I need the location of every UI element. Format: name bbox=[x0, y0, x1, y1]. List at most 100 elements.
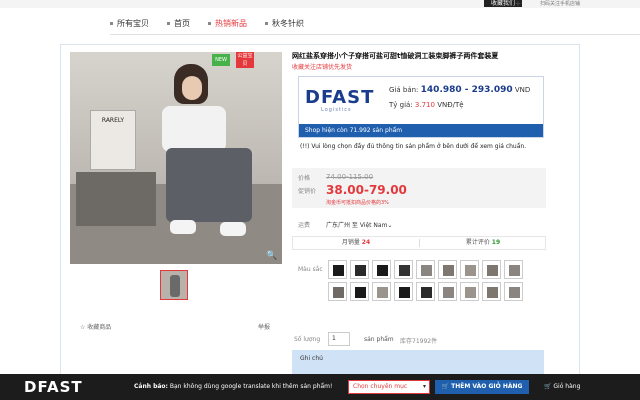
search-icon[interactable]: 🔍 bbox=[266, 250, 278, 262]
cart-icon: 🛒 bbox=[544, 383, 552, 390]
nav-label: 首页 bbox=[174, 19, 190, 28]
charity-badge: 公益宝贝 bbox=[236, 52, 254, 68]
review-count[interactable]: 累计评价 19 bbox=[420, 237, 546, 249]
cart-label: Giỏ hàng bbox=[553, 383, 581, 390]
color-swatch[interactable] bbox=[482, 260, 501, 279]
swatch-thumbnail bbox=[333, 287, 344, 298]
monthly-sales-label: 月销量 bbox=[341, 239, 360, 246]
color-label: Màu sắc bbox=[298, 266, 323, 273]
favorite-item-link[interactable]: ☆ 收藏商品 bbox=[80, 322, 111, 331]
quantity-stock: 库存71992件 bbox=[400, 338, 438, 345]
nav-all-items[interactable]: 所有宝贝 bbox=[110, 18, 167, 30]
favorite-item-label: 收藏商品 bbox=[87, 324, 112, 331]
nav-label: 所有宝贝 bbox=[117, 19, 149, 28]
note-label: Ghi chú bbox=[300, 355, 323, 362]
model-tshirt bbox=[162, 106, 226, 152]
color-swatch[interactable] bbox=[416, 260, 435, 279]
color-swatch[interactable] bbox=[416, 282, 435, 301]
stock-bar: Shop hiện còn 71.992 sản phẩm bbox=[299, 124, 543, 137]
cart-icon: 🛒 bbox=[441, 383, 450, 390]
review-count-value: 19 bbox=[491, 239, 501, 246]
nav-hot-new[interactable]: 热销新品 bbox=[208, 18, 265, 30]
swatch-thumbnail bbox=[355, 265, 366, 276]
sales-stats: 月销量 24 累计评价 19 bbox=[292, 236, 546, 250]
poster-text: RARELY bbox=[101, 117, 125, 124]
quantity-label: Số lượng bbox=[294, 336, 321, 343]
chevron-down-icon: ⌄ bbox=[387, 222, 393, 229]
rate-unit: VNĐ/Tệ bbox=[437, 101, 464, 109]
swatch-thumbnail bbox=[465, 287, 476, 298]
product-main-image[interactable]: RARELY bbox=[70, 52, 282, 264]
monthly-sales-value: 24 bbox=[361, 239, 371, 246]
nav-label: 秋冬针织 bbox=[272, 19, 304, 28]
monthly-sales: 月销量 24 bbox=[293, 237, 419, 249]
category-select[interactable]: Chọn chuyên mục ▾ bbox=[348, 380, 430, 394]
warning-text: Bạn không dùng google translate khi thêm… bbox=[169, 383, 333, 390]
vnd-price-value: 140.980 - 293.090 bbox=[420, 85, 513, 95]
stock-count: 71.992 bbox=[349, 127, 371, 134]
color-swatch[interactable] bbox=[394, 282, 413, 301]
swatch-thumbnail bbox=[355, 287, 366, 298]
stock-text: Shop hiện còn bbox=[305, 127, 348, 134]
model-shoe bbox=[220, 222, 246, 236]
color-swatch[interactable] bbox=[460, 282, 479, 301]
cart-button[interactable]: 🛒 Giỏ hàng bbox=[544, 380, 590, 394]
color-swatch[interactable] bbox=[394, 260, 413, 279]
swatch-thumbnail bbox=[399, 265, 410, 276]
swatch-thumbnail bbox=[443, 287, 454, 298]
dfast-bottom-bar: DFAST Cảnh báo: Bạn không dùng google tr… bbox=[0, 374, 640, 400]
swatch-thumbnail bbox=[377, 265, 388, 276]
dfast-logo: DFAST bbox=[305, 87, 375, 108]
rate-value: 3.710 bbox=[414, 101, 435, 109]
promo-price: 38.00-79.00 bbox=[326, 183, 407, 197]
color-swatch[interactable] bbox=[350, 260, 369, 279]
nav-home[interactable]: 首页 bbox=[167, 18, 208, 30]
new-badge: NEW bbox=[212, 54, 230, 66]
nav-divider bbox=[110, 34, 640, 35]
swatch-thumbnail bbox=[399, 287, 410, 298]
color-swatch[interactable] bbox=[504, 260, 523, 279]
swatch-thumbnail bbox=[333, 265, 344, 276]
thumbnail-image[interactable] bbox=[160, 270, 188, 300]
color-swatch[interactable] bbox=[350, 282, 369, 301]
color-swatch[interactable] bbox=[328, 282, 347, 301]
dfast-price-panel: DFAST Logistics Giá bán: 140.980 - 293.0… bbox=[298, 76, 544, 138]
chevron-down-icon: ▾ bbox=[422, 383, 426, 390]
bullet-icon bbox=[208, 22, 211, 25]
shipping-label: 运费 bbox=[298, 222, 311, 229]
color-swatch[interactable] bbox=[372, 282, 391, 301]
color-swatch[interactable] bbox=[438, 260, 457, 279]
old-price-label: 价格 bbox=[298, 175, 311, 182]
color-swatch[interactable] bbox=[438, 282, 457, 301]
product-title: 网红盐系穿搭小个子穿搭可盐可甜t恤破洞工装束脚裤子两件套装夏 bbox=[292, 52, 499, 60]
plus-icon[interactable]: + bbox=[513, 0, 523, 8]
promo-price-label: 促销价 bbox=[298, 188, 317, 195]
stock-unit: sản phẩm bbox=[372, 127, 403, 134]
coin-promo: 淘金币可抵扣商品价格的3% bbox=[326, 200, 389, 206]
swatch-thumbnail bbox=[487, 265, 498, 276]
bullet-icon bbox=[265, 22, 268, 25]
swatch-thumbnail bbox=[443, 265, 454, 276]
color-swatch[interactable] bbox=[460, 260, 479, 279]
review-count-label: 累计评价 bbox=[465, 239, 490, 246]
shipping-value[interactable]: 广东广州 至 Việt Nam⌄ bbox=[326, 220, 392, 229]
color-swatch[interactable] bbox=[372, 260, 391, 279]
vnd-currency: VND bbox=[514, 86, 531, 94]
color-swatch[interactable] bbox=[482, 282, 501, 301]
model-face bbox=[182, 76, 202, 100]
quantity-input[interactable]: 1 bbox=[328, 332, 350, 346]
color-swatch[interactable] bbox=[328, 260, 347, 279]
thumbnail-figure bbox=[170, 275, 180, 297]
color-swatches bbox=[328, 260, 538, 301]
vnd-price-line: Giá bán: 140.980 - 293.090 VND bbox=[389, 85, 530, 95]
color-swatch[interactable] bbox=[504, 282, 523, 301]
price-panel: 价格 74.00-115.00 促销价 38.00-79.00 淘金币可抵扣商品… bbox=[292, 168, 546, 208]
category-select-value: Chọn chuyên mục bbox=[353, 383, 408, 390]
nav-knitwear[interactable]: 秋冬针织 bbox=[265, 18, 322, 30]
vnd-price-label: Giá bán: bbox=[389, 86, 419, 94]
photo-stool bbox=[76, 172, 156, 226]
report-link[interactable]: 举报 bbox=[258, 322, 270, 331]
add-to-cart-button[interactable]: 🛒 THÊM VÀO GIỎ HÀNG bbox=[435, 380, 529, 394]
model-pants bbox=[166, 148, 252, 222]
warning-title: Cảnh báo: bbox=[134, 383, 168, 390]
